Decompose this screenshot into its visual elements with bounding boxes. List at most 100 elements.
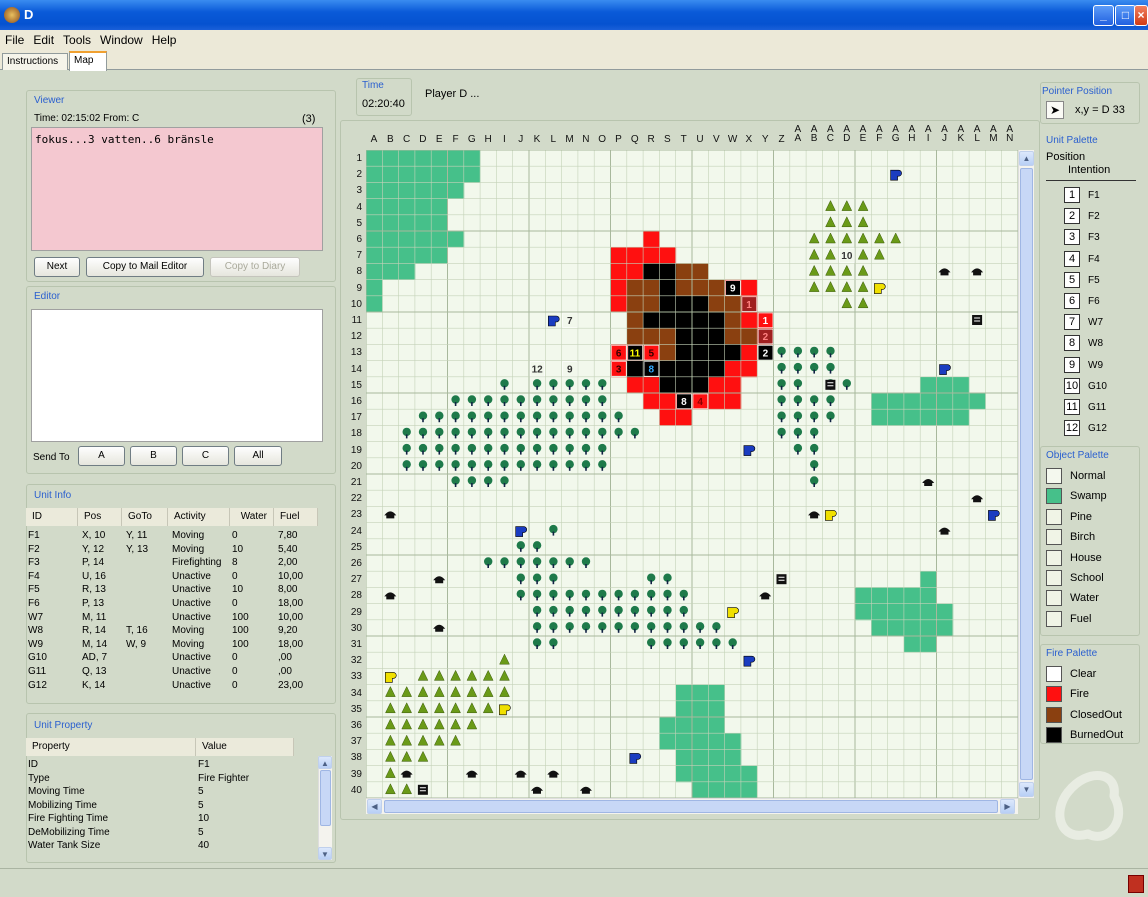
swamp-cell[interactable] [398,166,416,183]
fire-cell[interactable] [708,393,725,410]
swamp-cell[interactable] [382,214,399,232]
swamp-cell[interactable] [366,295,383,313]
col-header-id[interactable]: ID [26,508,78,526]
swamp-cell[interactable] [366,263,383,280]
fire-cell[interactable] [740,360,758,378]
closedout-cell[interactable] [659,344,677,361]
property-scrollbar[interactable]: ▲ ▼ [318,756,332,860]
swamp-cell[interactable] [936,619,954,637]
send-to-b-button[interactable]: B [130,446,177,466]
swamp-cell[interactable] [936,603,954,621]
unit-marker[interactable]: 2 [757,345,774,361]
swamp-cell[interactable] [414,214,432,232]
burnedout-cell[interactable] [675,360,693,378]
swamp-cell[interactable] [936,393,954,410]
swamp-cell[interactable] [366,231,383,248]
burnedout-cell[interactable] [675,376,693,394]
swamp-cell[interactable] [366,166,383,183]
map-vscroll-thumb[interactable] [1020,168,1033,780]
swamp-cell[interactable] [708,684,725,702]
unit-marker[interactable]: 8 [676,393,692,409]
swamp-cell[interactable] [431,198,448,216]
swamp-cell[interactable] [382,231,399,248]
closedout-cell[interactable] [692,279,709,297]
closedout-cell[interactable] [643,295,660,313]
closedout-cell[interactable] [708,279,725,297]
swamp-cell[interactable] [692,733,709,750]
closedout-cell[interactable] [724,295,742,313]
swamp-cell[interactable] [692,765,709,783]
unit-marker[interactable]: 12 [529,361,545,377]
swamp-cell[interactable] [724,749,742,766]
burnedout-cell[interactable] [659,360,677,378]
fire-cell[interactable] [643,231,660,248]
map-horizontal-scrollbar[interactable]: ◀ ▶ [366,798,1018,814]
swamp-cell[interactable] [855,587,872,604]
swamp-cell[interactable] [366,182,383,199]
swamp-cell[interactable] [920,571,937,588]
swamp-cell[interactable] [952,393,970,410]
closedout-cell[interactable] [724,328,742,345]
burnedout-cell[interactable] [675,295,693,313]
swamp-cell[interactable] [903,409,921,426]
closedout-cell[interactable] [626,295,644,313]
pointer-arrow-icon[interactable]: ➤ [1046,101,1064,119]
swamp-cell[interactable] [920,409,937,426]
closedout-cell[interactable] [675,279,693,297]
swamp-cell[interactable] [366,214,383,232]
swamp-cell[interactable] [952,376,970,394]
burnedout-cell[interactable] [692,328,709,345]
swamp-cell[interactable] [936,376,954,394]
swamp-cell[interactable] [675,749,693,766]
swamp-cell[interactable] [692,749,709,766]
unit-marker[interactable]: 1 [757,312,774,328]
col-header-value[interactable]: Value [196,738,294,756]
menu-edit[interactable]: Edit [28,30,58,47]
unit-marker[interactable]: 1 [741,296,757,312]
fire-cell[interactable] [659,393,677,410]
swamp-cell[interactable] [871,603,888,621]
swamp-cell[interactable] [887,393,905,410]
closedout-cell[interactable] [626,279,644,297]
closedout-cell[interactable] [626,312,644,329]
closedout-cell[interactable] [643,279,660,297]
col-header-property[interactable]: Property [26,738,196,756]
fire-cell[interactable] [643,393,660,410]
swamp-cell[interactable] [952,409,970,426]
maximize-button[interactable]: □ [1115,5,1136,26]
swamp-cell[interactable] [920,619,937,637]
swamp-cell[interactable] [920,587,937,604]
swamp-cell[interactable] [708,733,725,750]
swamp-cell[interactable] [414,198,432,216]
map-hscroll-thumb[interactable] [384,800,998,813]
fire-cell[interactable] [610,263,628,280]
swamp-cell[interactable] [414,150,432,167]
swamp-cell[interactable] [382,198,399,216]
scroll-up-icon[interactable]: ▲ [318,756,332,769]
unit-marker[interactable]: 8 [643,361,660,377]
fire-cell[interactable] [610,279,628,297]
swamp-cell[interactable] [887,587,905,604]
swamp-cell[interactable] [414,247,432,264]
swamp-cell[interactable] [708,749,725,766]
swamp-cell[interactable] [708,765,725,783]
closedout-cell[interactable] [724,312,742,329]
closedout-cell[interactable] [708,295,725,313]
map-grid[interactable]: 9 1 1 2 2 6 11 5 3 8 8 4 12 9 7 10 [366,150,1018,798]
swamp-cell[interactable] [382,166,399,183]
copy-to-diary-button[interactable]: Copy to Diary [210,257,300,277]
swamp-cell[interactable] [708,700,725,718]
closedout-cell[interactable] [626,328,644,345]
burnedout-cell[interactable] [643,263,660,280]
swamp-cell[interactable] [431,247,448,264]
unit-marker[interactable]: 9 [725,280,741,296]
tab-map[interactable]: Map [69,51,107,71]
swamp-cell[interactable] [903,603,921,621]
tab-instructions[interactable]: Instructions [2,53,68,70]
col-header-activity[interactable]: Activity [168,508,230,526]
fire-cell[interactable] [643,247,660,264]
fire-cell[interactable] [610,247,628,264]
swamp-cell[interactable] [447,231,465,248]
editor-text-area[interactable] [31,309,323,442]
fire-cell[interactable] [675,409,693,426]
